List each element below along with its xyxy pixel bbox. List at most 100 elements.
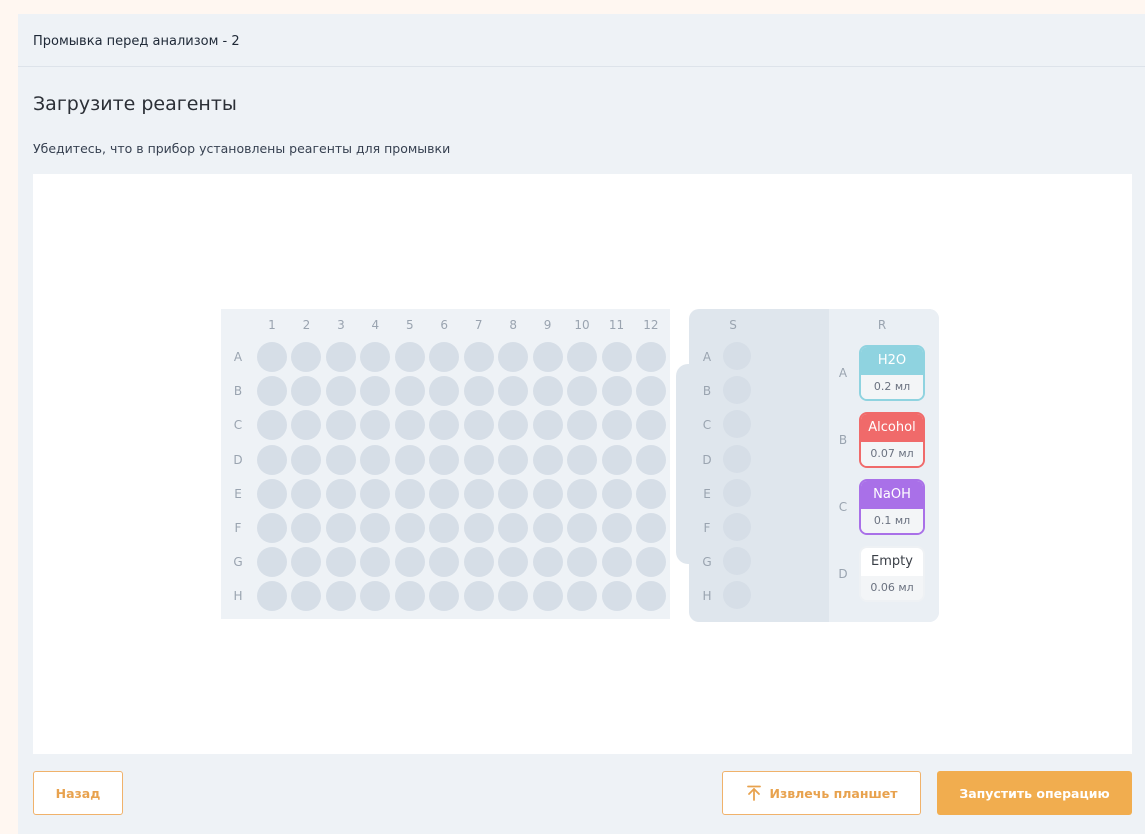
plate-well[interactable] xyxy=(463,342,494,372)
plate-well[interactable] xyxy=(394,376,425,407)
plate-well[interactable] xyxy=(429,478,460,509)
plate-well[interactable] xyxy=(635,410,666,441)
back-button[interactable]: Назад xyxy=(33,771,123,815)
plate-well[interactable] xyxy=(463,410,494,441)
reagent-tube[interactable]: Alcohol 0.07 мл xyxy=(859,412,925,468)
plate-well[interactable] xyxy=(635,478,666,509)
plate-well[interactable] xyxy=(601,547,632,578)
plate-well[interactable] xyxy=(498,547,529,578)
plate-well[interactable] xyxy=(360,444,391,475)
plate-well[interactable] xyxy=(429,342,460,372)
plate-well[interactable] xyxy=(429,581,460,612)
plate-well[interactable] xyxy=(635,547,666,578)
plate-well[interactable] xyxy=(635,376,666,407)
plate-well[interactable] xyxy=(498,513,529,543)
plate-well[interactable] xyxy=(257,376,287,407)
plate-well[interactable] xyxy=(635,513,666,543)
sample-well[interactable] xyxy=(723,581,751,610)
plate-well[interactable] xyxy=(532,410,563,441)
plate-well[interactable] xyxy=(360,376,391,407)
plate-well[interactable] xyxy=(325,444,356,475)
plate-well[interactable] xyxy=(394,547,425,578)
reagent-tube[interactable]: Empty 0.06 мл xyxy=(859,546,925,602)
plate-well[interactable] xyxy=(325,478,356,509)
plate-well[interactable] xyxy=(532,581,563,612)
plate-well[interactable] xyxy=(257,547,287,578)
plate-well[interactable] xyxy=(532,478,563,509)
eject-plate-button[interactable]: Извлечь планшет xyxy=(722,771,921,815)
plate-well[interactable] xyxy=(291,513,322,543)
plate-well[interactable] xyxy=(463,547,494,578)
plate-well[interactable] xyxy=(498,581,529,612)
plate-well[interactable] xyxy=(463,444,494,475)
plate-well[interactable] xyxy=(498,410,529,441)
plate-well[interactable] xyxy=(567,444,598,475)
plate-well[interactable] xyxy=(257,513,287,543)
plate-well[interactable] xyxy=(394,478,425,509)
sample-well[interactable] xyxy=(723,410,751,439)
plate-well[interactable] xyxy=(498,376,529,407)
reagent-tube[interactable]: H2O 0.2 мл xyxy=(859,345,925,401)
plate-well[interactable] xyxy=(429,376,460,407)
plate-well[interactable] xyxy=(394,581,425,612)
plate-well[interactable] xyxy=(601,342,632,372)
plate-well[interactable] xyxy=(601,513,632,543)
plate-well[interactable] xyxy=(463,478,494,509)
sample-well[interactable] xyxy=(723,376,751,405)
plate-well[interactable] xyxy=(429,547,460,578)
plate-well[interactable] xyxy=(291,444,322,475)
plate-well[interactable] xyxy=(291,376,322,407)
plate-well[interactable] xyxy=(360,547,391,578)
plate-well[interactable] xyxy=(601,376,632,407)
plate-well[interactable] xyxy=(291,547,322,578)
plate-well[interactable] xyxy=(567,513,598,543)
sample-well[interactable] xyxy=(723,547,751,576)
plate-well[interactable] xyxy=(532,444,563,475)
plate-well[interactable] xyxy=(567,342,598,372)
plate-well[interactable] xyxy=(601,581,632,612)
plate-well[interactable] xyxy=(601,478,632,509)
plate-well[interactable] xyxy=(498,478,529,509)
plate-well[interactable] xyxy=(532,547,563,578)
plate-well[interactable] xyxy=(635,444,666,475)
plate-well[interactable] xyxy=(498,342,529,372)
plate-well[interactable] xyxy=(463,376,494,407)
reagent-tube[interactable]: NaOH 0.1 мл xyxy=(859,479,925,535)
plate-well[interactable] xyxy=(394,410,425,441)
plate-well[interactable] xyxy=(429,513,460,543)
plate-well[interactable] xyxy=(567,410,598,441)
plate-well[interactable] xyxy=(257,342,287,372)
plate-well[interactable] xyxy=(394,444,425,475)
plate-well[interactable] xyxy=(532,376,563,407)
plate-well[interactable] xyxy=(257,581,287,612)
plate-well[interactable] xyxy=(567,376,598,407)
sample-well[interactable] xyxy=(723,342,751,370)
plate-well[interactable] xyxy=(394,513,425,543)
plate-well[interactable] xyxy=(394,342,425,372)
plate-well[interactable] xyxy=(325,513,356,543)
plate-well[interactable] xyxy=(291,410,322,441)
plate-well[interactable] xyxy=(291,581,322,612)
plate-well[interactable] xyxy=(635,581,666,612)
plate-well[interactable] xyxy=(291,342,322,372)
plate-well[interactable] xyxy=(360,342,391,372)
plate-well[interactable] xyxy=(360,513,391,543)
plate-well[interactable] xyxy=(429,444,460,475)
plate-well[interactable] xyxy=(567,581,598,612)
sample-well[interactable] xyxy=(723,444,751,473)
plate-well[interactable] xyxy=(325,581,356,612)
plate-well[interactable] xyxy=(429,410,460,441)
plate-well[interactable] xyxy=(498,444,529,475)
plate-well[interactable] xyxy=(325,547,356,578)
plate-well[interactable] xyxy=(257,478,287,509)
sample-well[interactable] xyxy=(723,478,751,507)
plate-well[interactable] xyxy=(532,342,563,372)
plate-well[interactable] xyxy=(257,410,287,441)
plate-well[interactable] xyxy=(532,513,563,543)
plate-well[interactable] xyxy=(291,478,322,509)
plate-well[interactable] xyxy=(567,478,598,509)
plate-well[interactable] xyxy=(463,581,494,612)
sample-well[interactable] xyxy=(723,513,751,541)
plate-well[interactable] xyxy=(325,376,356,407)
plate-well[interactable] xyxy=(257,444,287,475)
